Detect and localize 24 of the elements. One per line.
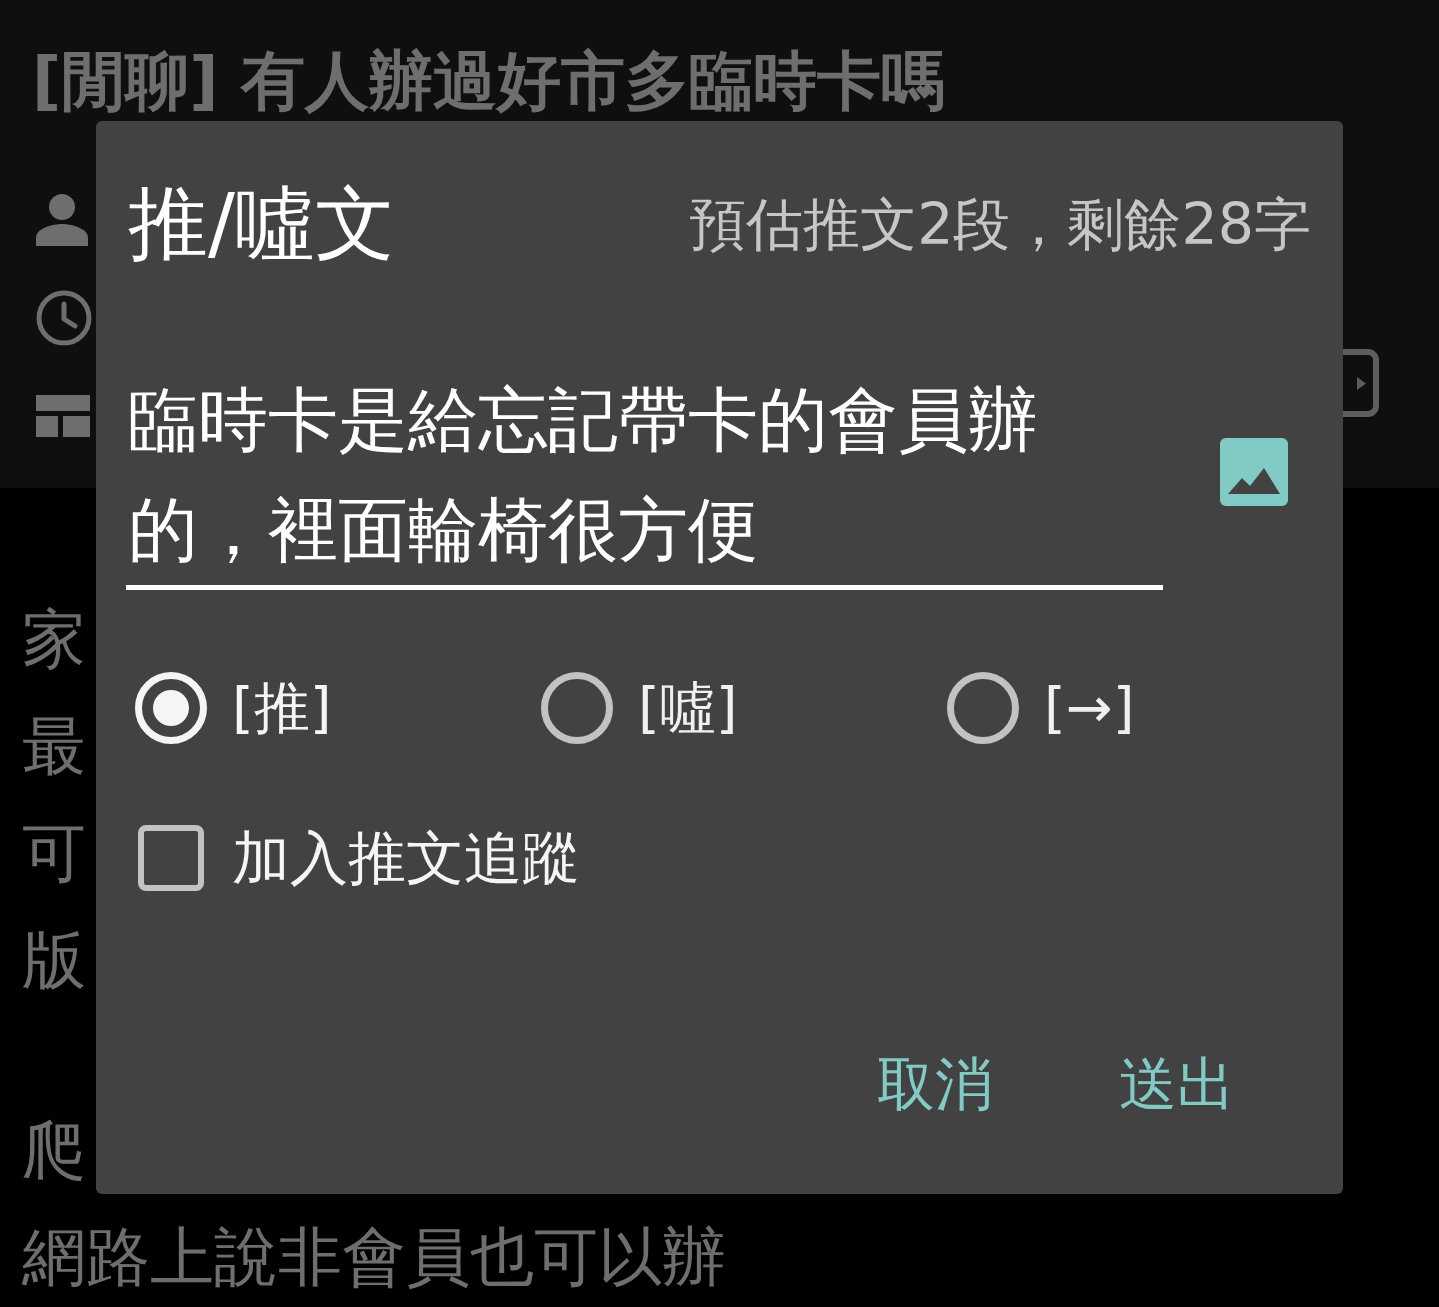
clock-icon [36, 290, 92, 346]
play-icon[interactable] [1343, 349, 1379, 417]
dialog-title: 推/噓文 [128, 176, 395, 272]
body-text: 版 [22, 922, 86, 999]
comment-counter: 預估推文2段，剩餘28字 [689, 191, 1311, 257]
dialog-button[interactable]: 送出 [1089, 1035, 1265, 1135]
radio-icon[interactable] [541, 672, 613, 744]
body-text: 可 [22, 815, 86, 892]
body-text: 網路上說非會員也可以辦 [22, 1219, 726, 1296]
radio-icon[interactable] [947, 672, 1019, 744]
body-text: 最 [22, 708, 86, 785]
comment-input[interactable]: 臨時卡是給忘記帶卡的會員辦的，裡面輪椅很方便 [126, 365, 1163, 590]
article-title: [閒聊] 有人辦過好市多臨時卡嗎 [32, 46, 945, 116]
radio-option[interactable]: [→] [947, 672, 1135, 744]
body-text: 爬 [22, 1112, 86, 1189]
dialog-button[interactable]: 取消 [847, 1035, 1023, 1135]
person-icon [36, 194, 88, 246]
image-icon[interactable] [1220, 437, 1288, 506]
radio-option[interactable]: [推] [135, 672, 332, 744]
radio-option[interactable]: [噓] [541, 672, 738, 744]
body-text: 家 [22, 601, 86, 678]
checkbox-icon[interactable] [138, 825, 204, 891]
checkbox-option[interactable]: 加入推文追蹤 [138, 825, 580, 891]
layout-icon [36, 395, 90, 437]
